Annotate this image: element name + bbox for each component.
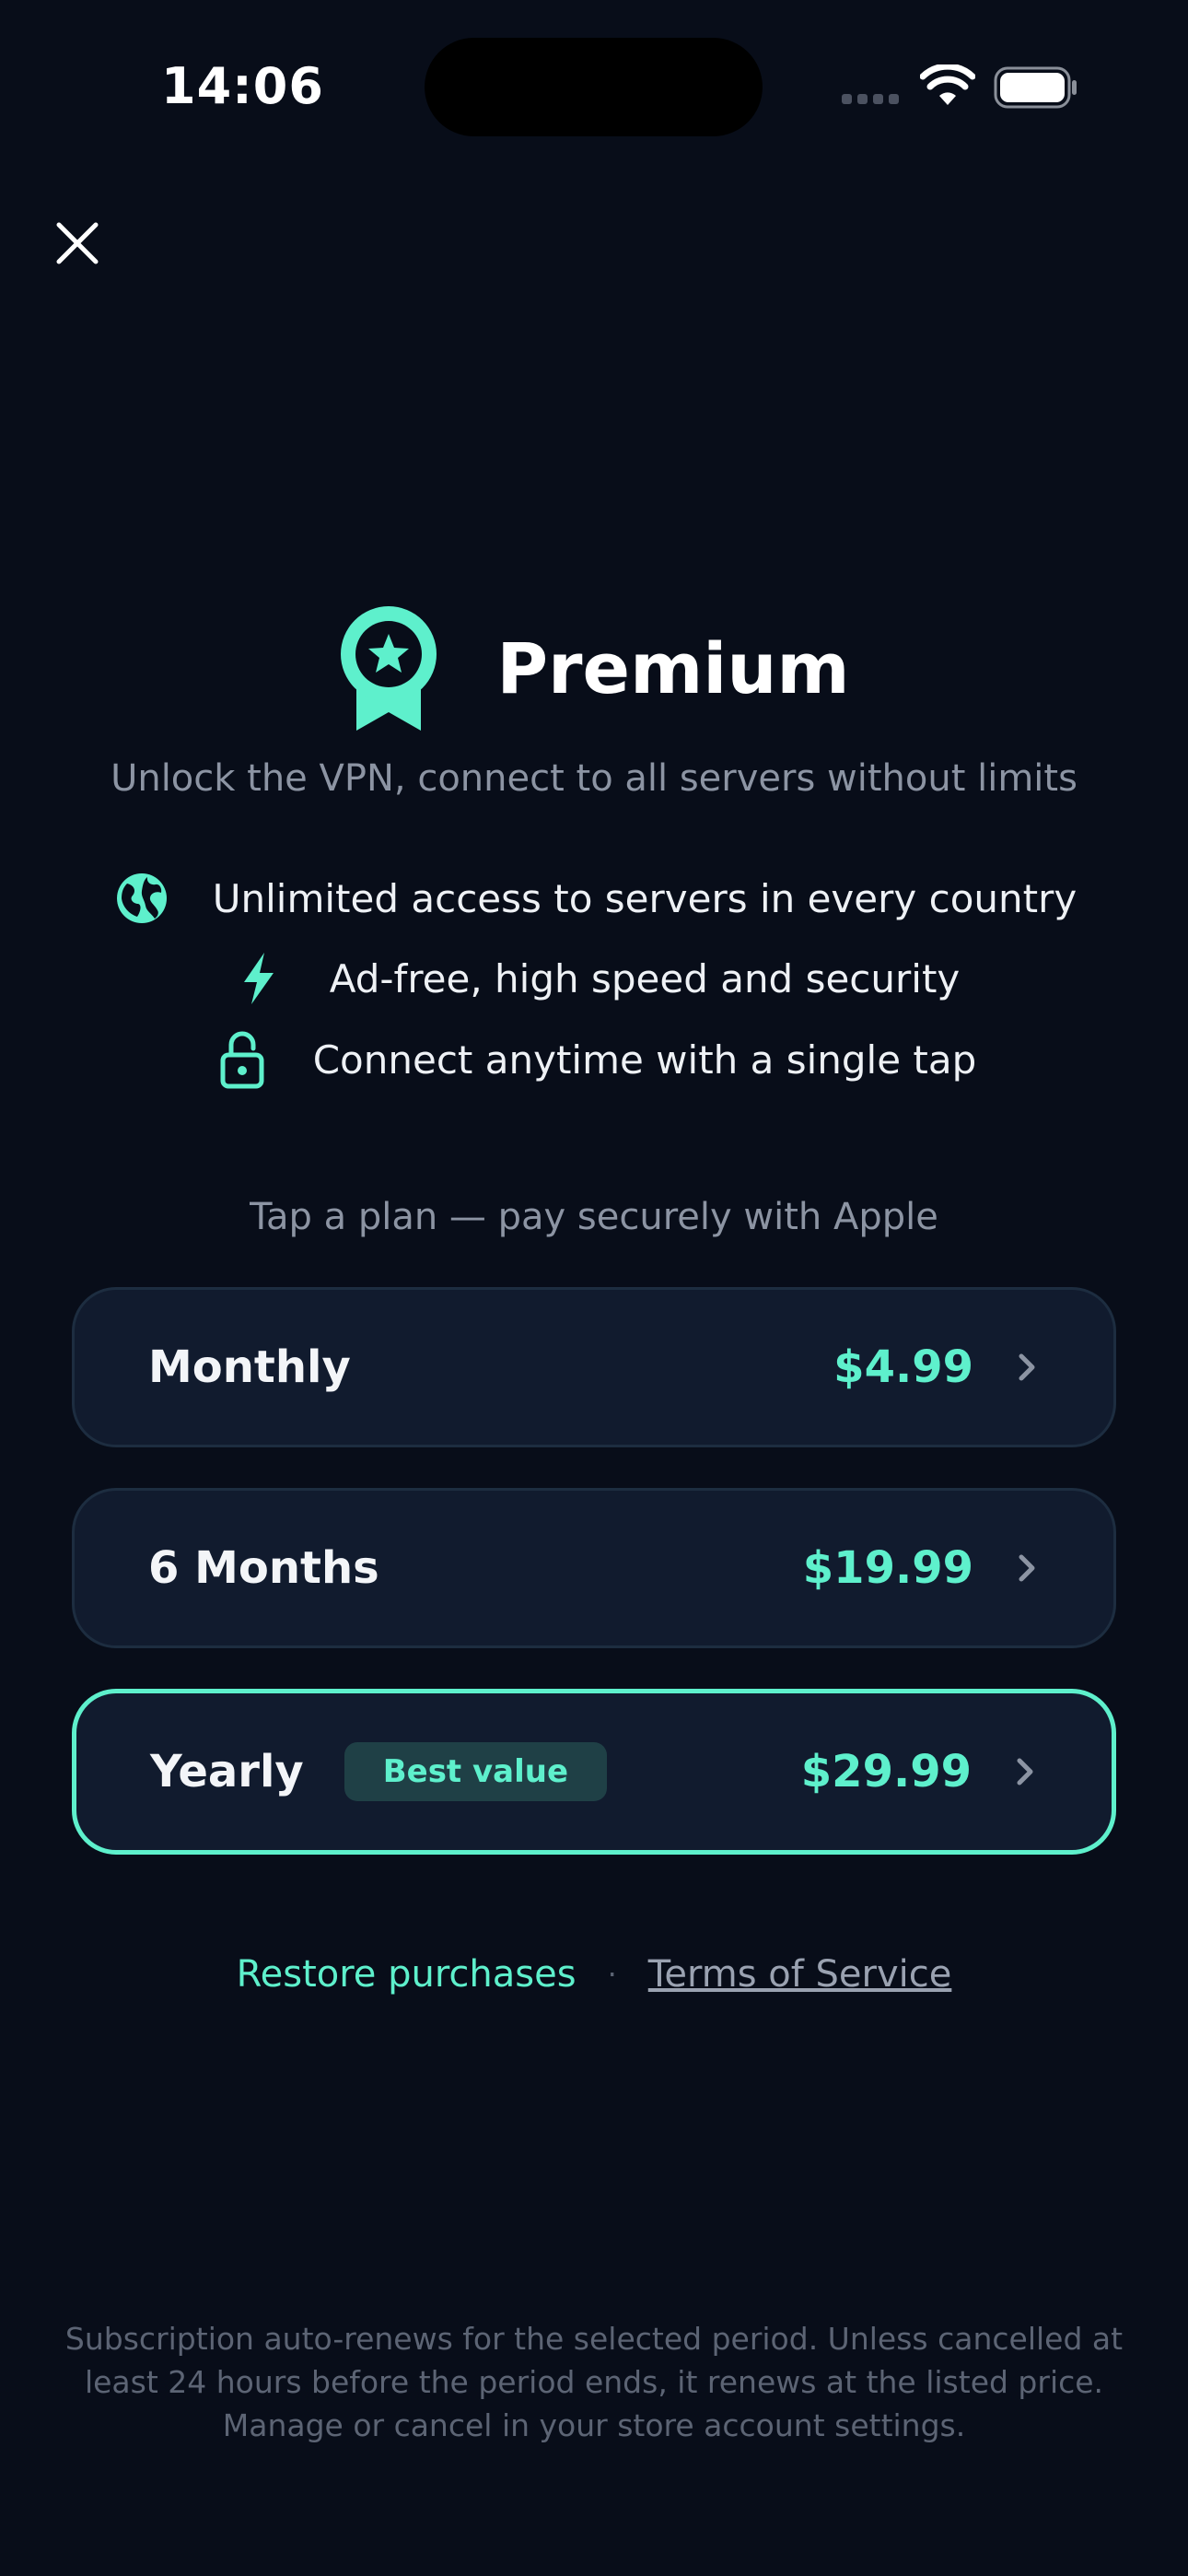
feature-text: Unlimited access to servers in every cou… [212,875,1077,921]
chevron-right-icon [1019,1353,1035,1381]
plan-yearly-button[interactable]: Yearly Best value $29.99 [72,1689,1116,1855]
chevron-right-icon [1019,1554,1035,1582]
terms-of-service-link[interactable]: Terms of Service [648,1953,952,1996]
plan-name: 6 Months [148,1542,379,1594]
plan-price: $19.99 [802,1542,973,1594]
best-value-badge: Best value [344,1742,608,1801]
plan-hint: Tap a plan — pay securely with Apple [250,1196,938,1238]
page-title: Premium [496,626,850,709]
feature-text: Connect anytime with a single tap [312,1036,977,1083]
link-separator: · [607,1957,617,1992]
wifi-icon [920,64,975,105]
battery-icon [994,66,1077,109]
close-button[interactable] [48,214,107,273]
globe-icon [116,873,167,923]
status-time: 14:06 [161,57,324,115]
feature-item: Connect anytime with a single tap [0,1029,1188,1090]
feature-text: Ad-free, high speed and security [329,955,961,1001]
plan-6-months-button[interactable]: 6 Months $19.99 [72,1488,1116,1648]
page-subtitle: Unlock the VPN, connect to all servers w… [111,757,1077,800]
cellular-signal-icon [842,94,899,104]
plan-name: Yearly [150,1746,304,1797]
feature-item: Unlimited access to servers in every cou… [0,868,1188,929]
lightning-icon [243,953,274,1004]
plan-price: $4.99 [833,1341,973,1393]
subscription-legal-text: Subscription auto-renews for the selecte… [64,2321,1124,2443]
restore-purchases-link[interactable]: Restore purchases [237,1953,577,1996]
feature-item: Ad-free, high speed and security [0,948,1188,1009]
close-icon [56,222,99,264]
dynamic-island [425,38,763,136]
plan-price: $29.99 [800,1746,972,1797]
plan-monthly-button[interactable]: Monthly $4.99 [72,1287,1116,1447]
footer-links: Restore purchases · Terms of Service [0,1953,1188,1996]
award-badge-icon [341,606,437,731]
premium-header: Premium [0,599,1188,737]
unlock-icon [220,1031,264,1089]
plan-name: Monthly [148,1341,351,1393]
chevron-right-icon [1017,1758,1033,1786]
